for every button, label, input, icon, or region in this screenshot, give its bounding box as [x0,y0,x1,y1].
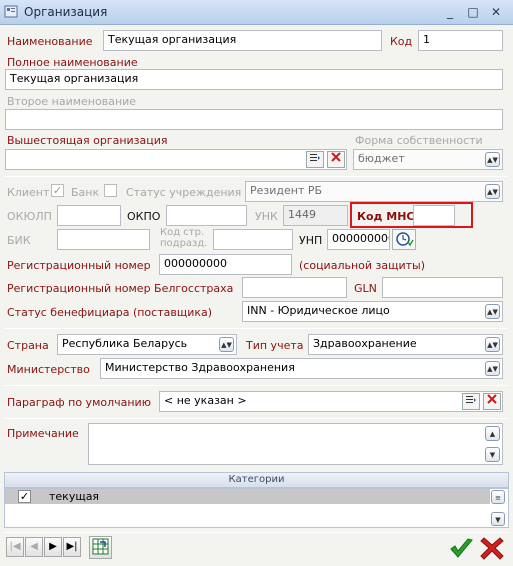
category-label: текущая [49,490,100,503]
paragraph-input[interactable]: < не указан > [159,391,503,412]
country-select[interactable]: Республика Беларусь [57,334,237,355]
clock-check-icon [396,232,414,247]
struct-code-label: Код стр. подразд. [160,227,207,249]
unk-label: УНК [255,210,278,223]
institution-status-label: Статус учреждения [126,186,242,199]
maximize-button[interactable]: □ [464,4,482,20]
accounting-type-select[interactable]: Здравоохранение [308,334,503,355]
window-app-icon [4,5,18,18]
unk-input[interactable]: 1449 [283,205,348,226]
okulp-input[interactable] [57,205,121,226]
note-label: Примечание [7,427,79,440]
institution-status-select[interactable]: Резидент РБ [245,181,503,202]
nav-next-button[interactable]: ▶ [44,537,62,557]
okulp-label: ОКЮЛП [7,210,52,223]
client-label: Клиент [7,186,50,199]
reg-number-input[interactable]: 000000000 [159,254,292,275]
parent-org-label: Вышестоящая организация [7,134,168,147]
full-name-label: Полное наименование [7,56,138,69]
bik-input[interactable] [57,229,150,250]
parent-org-clear-button[interactable] [327,151,345,168]
client-checkbox[interactable]: ✓ [51,184,64,197]
gln-input[interactable] [382,277,503,298]
reg-number-note: (социальной защиты) [299,259,426,272]
clear-x-icon [331,152,341,162]
note-scroll-down-icon[interactable]: ▼ [485,447,500,462]
ministry-dropdown-icon[interactable]: ▲▼ [485,361,500,376]
second-name-input[interactable] [5,109,503,130]
select-list-icon [466,396,476,403]
note-textarea[interactable] [88,423,503,465]
name-input[interactable]: Текущая организация [103,30,382,51]
minimize-button[interactable]: _ [441,4,459,20]
code-label: Код [390,35,413,48]
close-window-button[interactable]: ✕ [487,4,505,20]
select-list-icon [310,154,320,161]
ministry-select[interactable]: Министерство Здравоохранения [100,358,503,379]
struct-code-label-line1: Код стр. [160,227,205,238]
nav-last-button[interactable]: ▶| [63,537,81,557]
ministry-label: Министерство [7,363,90,376]
checkmark-icon [450,538,473,558]
categories-scroll-thumb-icon[interactable]: ≡ [491,490,505,504]
accounting-type-dropdown-icon[interactable]: ▲▼ [485,337,500,352]
ownership-dropdown-icon[interactable]: ▲▼ [485,152,500,167]
separator [4,328,509,329]
spreadsheet-icon [92,538,109,555]
okpo-label: ОКПО [127,210,161,223]
note-scroll-up-icon[interactable]: ▲ [485,426,500,441]
separator [4,532,509,533]
struct-code-label-line2: подразд. [160,238,208,249]
unp-label: УНП [299,234,323,247]
paragraph-label: Параграф по умолчанию [7,396,151,409]
ok-button[interactable] [449,536,474,561]
bank-checkbox[interactable] [104,184,117,197]
categories-scroll-down-icon[interactable]: ▼ [491,512,505,526]
categories-header: Категории [4,472,509,488]
window-title: Организация [24,5,108,19]
parent-org-select-button[interactable] [306,151,324,168]
belgos-input[interactable] [242,277,347,298]
bank-label: Банк [71,186,100,199]
country-dropdown-icon[interactable]: ▲▼ [219,337,234,352]
nav-prev-button[interactable]: ◀ [25,537,43,557]
paragraph-clear-button[interactable] [483,393,501,410]
bik-label: БИК [7,234,31,247]
separator [4,385,509,386]
paragraph-select-button[interactable] [462,393,480,410]
struct-code-input[interactable] [213,229,293,250]
mns-code-label: Код МНС [357,210,415,223]
title-bar: Организация _ □ ✕ [0,0,513,25]
unp-input[interactable]: 000000000 [327,229,390,250]
unp-check-button[interactable] [392,229,416,250]
export-button[interactable] [89,536,112,559]
nav-first-button[interactable]: |◀ [6,537,24,557]
beneficiary-label: Статус бенефициара (поставщика) [7,306,213,319]
reg-number-label: Регистрационный номер [7,259,151,272]
gln-label: GLN [354,282,377,295]
separator [4,418,509,419]
ownership-select[interactable]: бюджет [353,149,503,170]
okpo-input[interactable] [166,205,247,226]
clear-x-icon [487,394,497,404]
accounting-type-label: Тип учета [246,339,304,352]
beneficiary-select[interactable]: INN - Юридическое лицо [242,301,503,322]
ownership-label: Форма собственности [355,134,483,147]
parent-org-input[interactable] [5,149,347,170]
belgos-label: Регистрационный номер Белгосстраха [7,282,234,295]
institution-status-dropdown-icon[interactable]: ▲▼ [485,184,500,199]
beneficiary-dropdown-icon[interactable]: ▲▼ [485,304,500,319]
cancel-button[interactable] [480,536,505,561]
full-name-input[interactable]: Текущая организация [5,69,503,90]
country-label: Страна [7,339,49,352]
cross-icon [480,537,504,560]
name-label: Наименование [7,35,93,48]
code-input[interactable]: 1 [418,30,503,51]
separator [4,176,509,177]
category-checkbox[interactable]: ✓ [18,490,31,503]
second-name-label: Второе наименование [7,95,137,108]
mns-code-input[interactable] [413,205,455,226]
